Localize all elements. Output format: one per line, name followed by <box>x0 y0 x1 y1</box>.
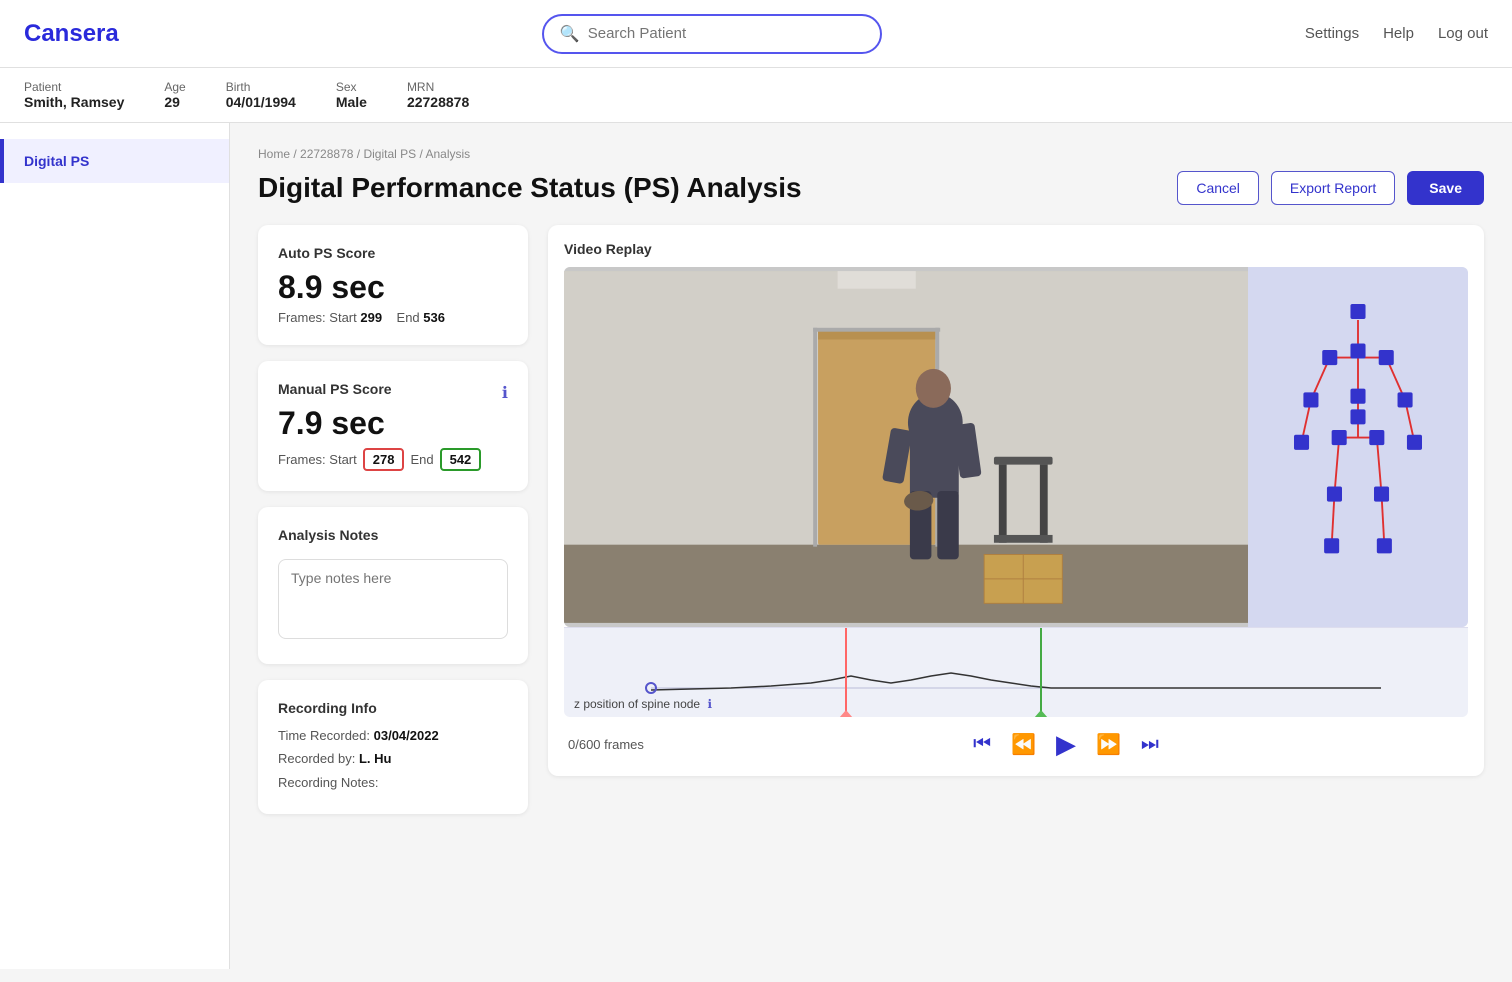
video-container <box>564 267 1468 627</box>
skeleton-figure <box>1268 287 1448 607</box>
header-nav: Settings Help Log out <box>1305 25 1488 42</box>
breadcrumb-page: Analysis <box>425 147 470 161</box>
page-header: Digital Performance Status (PS) Analysis… <box>258 171 1484 205</box>
page-title: Digital Performance Status (PS) Analysis <box>258 172 802 204</box>
patient-birth: 04/01/1994 <box>226 94 296 110</box>
chart-area: z position of spine node ℹ <box>564 627 1468 717</box>
rewind-button[interactable]: ⏪ <box>1011 732 1036 757</box>
video-controls: 0/600 frames ⏮ ⏪ ▶ ⏩ ⏭ <box>564 729 1468 760</box>
cancel-button[interactable]: Cancel <box>1177 171 1259 205</box>
patient-age: 29 <box>164 94 185 110</box>
video-right-panel <box>1248 267 1468 627</box>
recording-title: Recording Info <box>278 700 508 716</box>
patient-name-field: Patient Smith, Ramsey <box>24 80 124 110</box>
sidebar: Digital PS <box>0 123 230 969</box>
manual-ps-header: Manual PS Score ℹ <box>278 381 508 405</box>
video-left-panel <box>564 267 1248 627</box>
notes-textarea[interactable] <box>278 559 508 639</box>
auto-ps-card: Auto PS Score 8.9 sec Frames: Start 299 … <box>258 225 528 345</box>
play-button[interactable]: ▶ <box>1056 729 1076 760</box>
patient-name: Smith, Ramsey <box>24 94 124 110</box>
manual-ps-frames: Frames: Start 278 End 542 <box>278 448 508 471</box>
sidebar-item-digital-ps[interactable]: Digital PS <box>0 139 229 183</box>
last-frame-button[interactable]: ⏭ <box>1141 733 1159 756</box>
app-header: Cansera 🔍 Settings Help Log out <box>0 0 1512 68</box>
auto-ps-end: 536 <box>423 310 445 325</box>
patient-sex: Male <box>336 94 367 110</box>
manual-ps-score: 7.9 sec <box>278 405 508 442</box>
playback-controls: ⏮ ⏪ ▶ ⏩ ⏭ <box>668 729 1464 760</box>
settings-link[interactable]: Settings <box>1305 25 1359 42</box>
search-input[interactable] <box>588 25 864 42</box>
left-column: Auto PS Score 8.9 sec Frames: Start 299 … <box>258 225 528 814</box>
breadcrumb: Home / 22728878 / Digital PS / Analysis <box>258 147 1484 161</box>
action-buttons: Cancel Export Report Save <box>1177 171 1484 205</box>
patient-label: Patient <box>24 80 124 94</box>
room-video <box>564 267 1248 627</box>
patient-age-field: Age 29 <box>164 80 185 110</box>
age-label: Age <box>164 80 185 94</box>
main-content: Home / 22728878 / Digital PS / Analysis … <box>230 123 1512 969</box>
search-bar[interactable]: 🔍 <box>542 14 882 54</box>
recording-time: Time Recorded: 03/04/2022 <box>278 724 508 747</box>
save-button[interactable]: Save <box>1407 171 1484 205</box>
video-title: Video Replay <box>564 241 1468 257</box>
breadcrumb-section[interactable]: Digital PS <box>363 147 416 161</box>
auto-ps-frames: Frames: Start 299 End 536 <box>278 310 508 325</box>
auto-ps-start: 299 <box>360 310 382 325</box>
manual-start-frame[interactable]: 278 <box>363 448 405 471</box>
sex-label: Sex <box>336 80 367 94</box>
search-icon: 🔍 <box>560 24 580 44</box>
patient-mrn: 22728878 <box>407 94 469 110</box>
manual-end-frame[interactable]: 542 <box>440 448 482 471</box>
patient-bar: Patient Smith, Ramsey Age 29 Birth 04/01… <box>0 68 1512 123</box>
analysis-notes-card: Analysis Notes <box>258 507 528 664</box>
breadcrumb-mrn[interactable]: 22728878 <box>300 147 353 161</box>
birth-label: Birth <box>226 80 296 94</box>
mrn-label: MRN <box>407 80 469 94</box>
recording-by: Recorded by: L. Hu <box>278 747 508 770</box>
app-logo: Cansera <box>24 20 119 48</box>
auto-ps-title: Auto PS Score <box>278 245 508 261</box>
logout-link[interactable]: Log out <box>1438 25 1488 42</box>
patient-birth-field: Birth 04/01/1994 <box>226 80 296 110</box>
main-layout: Digital PS Home / 22728878 / Digital PS … <box>0 123 1512 969</box>
recording-info-card: Recording Info Time Recorded: 03/04/2022… <box>258 680 528 814</box>
info-icon[interactable]: ℹ <box>502 383 508 403</box>
auto-ps-score: 8.9 sec <box>278 269 508 306</box>
video-section: Video Replay <box>548 225 1484 776</box>
right-column: Video Replay <box>548 225 1484 814</box>
help-link[interactable]: Help <box>1383 25 1414 42</box>
recording-details: Time Recorded: 03/04/2022 Recorded by: L… <box>278 724 508 794</box>
patient-mrn-field: MRN 22728878 <box>407 80 469 110</box>
notes-title: Analysis Notes <box>278 527 508 543</box>
two-column-layout: Auto PS Score 8.9 sec Frames: Start 299 … <box>258 225 1484 814</box>
export-report-button[interactable]: Export Report <box>1271 171 1395 205</box>
frames-counter: 0/600 frames <box>568 737 648 752</box>
manual-ps-card: Manual PS Score ℹ 7.9 sec Frames: Start … <box>258 361 528 491</box>
recording-notes-label: Recording Notes: <box>278 771 508 794</box>
patient-sex-field: Sex Male <box>336 80 367 110</box>
forward-button[interactable]: ⏩ <box>1096 732 1121 757</box>
breadcrumb-home[interactable]: Home <box>258 147 290 161</box>
chart-label: z position of spine node ℹ <box>574 697 712 711</box>
first-frame-button[interactable]: ⏮ <box>973 733 991 756</box>
manual-ps-title: Manual PS Score <box>278 381 392 397</box>
